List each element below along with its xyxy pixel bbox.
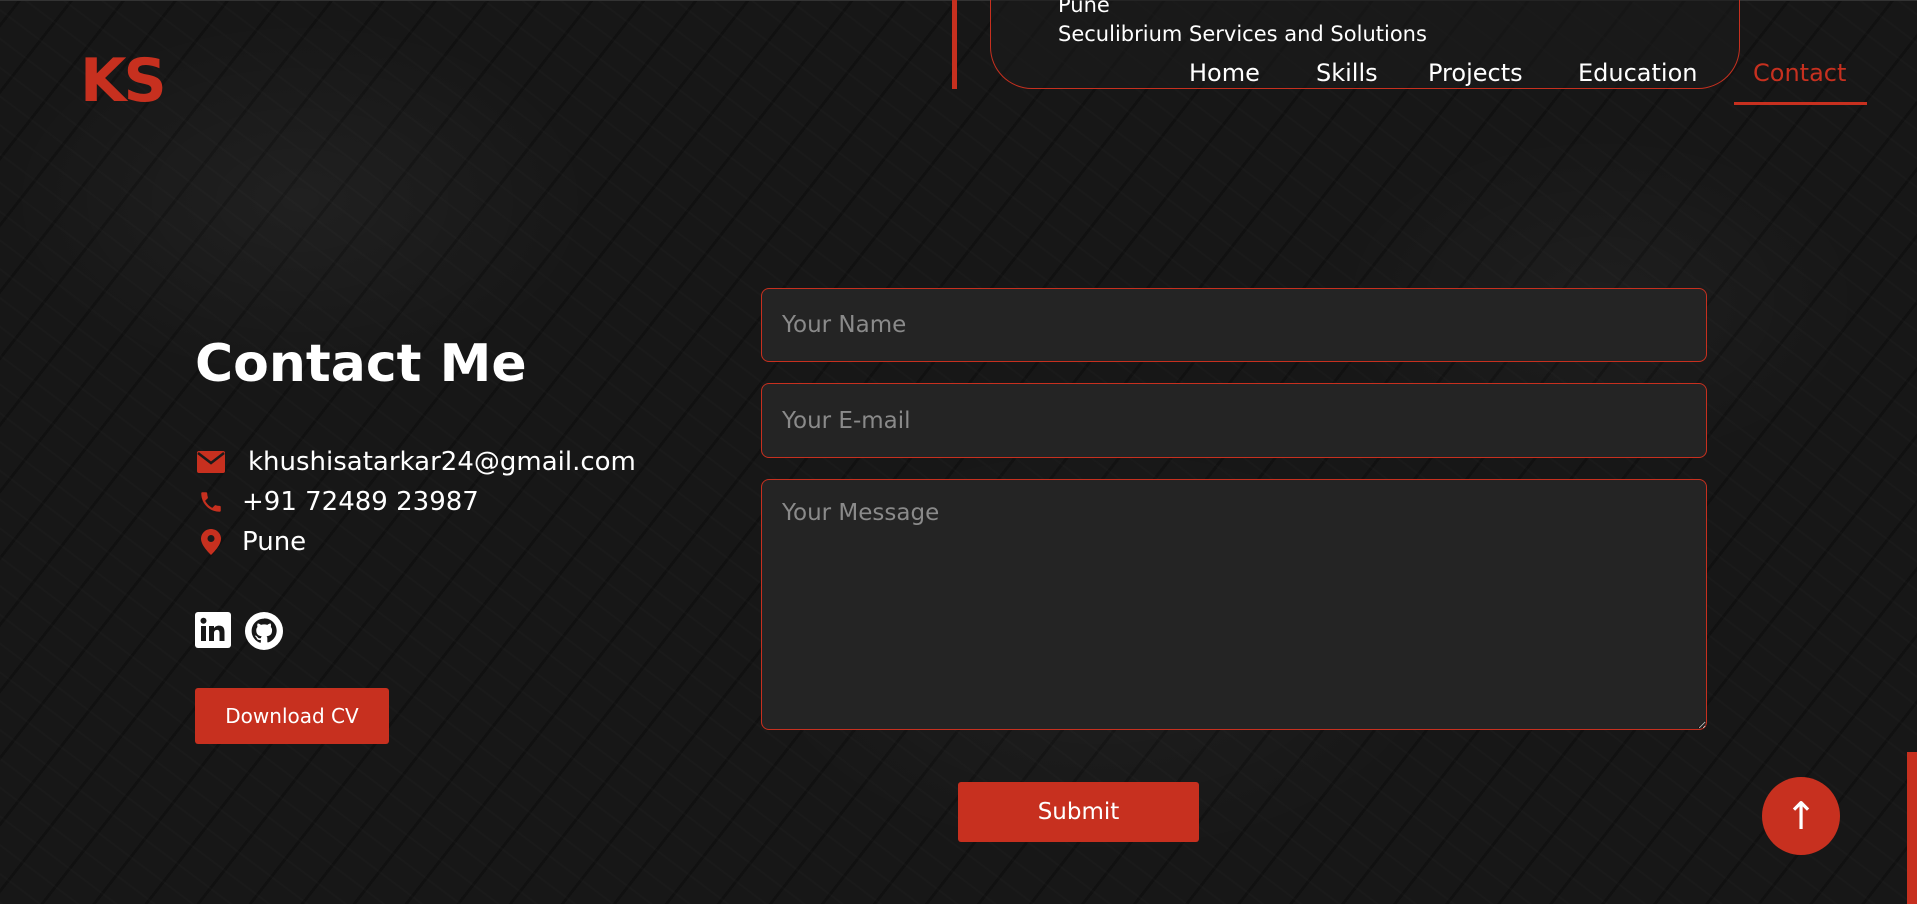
nav-contact[interactable]: Contact [1753, 56, 1846, 90]
map-pin-icon [195, 526, 227, 558]
github-icon[interactable] [245, 612, 283, 650]
nav-projects[interactable]: Projects [1428, 56, 1523, 90]
main-nav: Home Skills Projects Education Contact [0, 56, 1917, 96]
contact-location: Pune [242, 527, 307, 557]
contact-title: Contact Me [195, 334, 527, 394]
contact-email[interactable]: khushisatarkar24@gmail.com [248, 445, 636, 479]
submit-button[interactable]: Submit [958, 782, 1199, 842]
message-textarea[interactable] [761, 479, 1707, 730]
contact-phone[interactable]: +91 72489 23987 [242, 485, 479, 519]
nav-home[interactable]: Home [1189, 56, 1260, 90]
nav-skills[interactable]: Skills [1316, 56, 1378, 90]
envelope-icon [195, 446, 227, 478]
arrow-up-icon: ↑ [1785, 794, 1817, 838]
scrollbar-thumb[interactable] [1907, 752, 1917, 904]
phone-icon [195, 486, 227, 518]
portfolio-page: KS Pune Seculibrium Services and Solutio… [0, 0, 1917, 904]
location-row: Pune [195, 525, 306, 559]
email-input[interactable] [761, 383, 1707, 458]
nav-education[interactable]: Education [1578, 56, 1697, 90]
download-cv-button[interactable]: Download CV [195, 688, 389, 744]
experience-company: Seculibrium Services and Solutions [1058, 22, 1427, 46]
linkedin-icon[interactable] [195, 612, 233, 650]
experience-location: Pune [1058, 0, 1110, 17]
phone-row: +91 72489 23987 [195, 485, 479, 519]
scroll-to-top-button[interactable]: ↑ [1762, 777, 1840, 855]
nav-active-underline [1734, 102, 1867, 105]
email-row: khushisatarkar24@gmail.com [195, 445, 636, 479]
name-input[interactable] [761, 288, 1707, 362]
